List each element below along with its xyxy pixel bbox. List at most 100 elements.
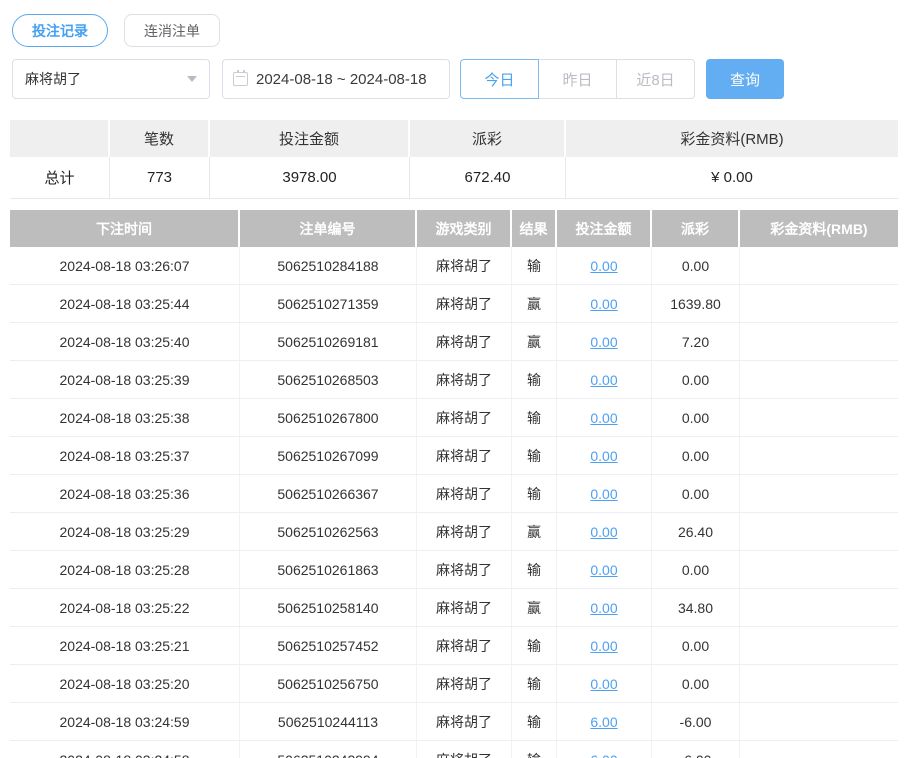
cell-game: 麻将胡了	[417, 361, 512, 398]
summary-header-count: 笔数	[110, 120, 210, 157]
bet-amount-link[interactable]: 0.00	[590, 258, 617, 274]
cell-payout: 0.00	[652, 437, 740, 474]
cell-bonus	[740, 741, 898, 758]
cell-time: 2024-08-18 03:25:20	[10, 665, 240, 702]
cell-payout: 0.00	[652, 247, 740, 284]
date-range-value: 2024-08-18 ~ 2024-08-18	[256, 70, 427, 88]
cell-bet: 0.00	[557, 551, 652, 588]
cell-payout: -6.00	[652, 741, 740, 758]
table-row: 2024-08-18 03:25:38 5062510267800 麻将胡了输 0.0…	[10, 399, 898, 437]
betting-records-page: 投注记录 连消注单 麻将胡了 2024-08-18 ~ 2024-08-18 今…	[0, 0, 908, 758]
bet-amount-link[interactable]: 0.00	[590, 410, 617, 426]
records-table: 下注时间 注单编号 游戏类别 结果 投注金额 派彩 彩金资料(RMB) 2024-08-18…	[10, 210, 898, 758]
cell-payout: 1639.80	[652, 285, 740, 322]
table-row: 2024-08-18 03:25:22 5062510258140 麻将胡了赢 0.0…	[10, 589, 898, 627]
calendar-icon	[233, 70, 248, 86]
cell-time: 2024-08-18 03:25:22	[10, 589, 240, 626]
cell-payout: 0.00	[652, 551, 740, 588]
tab-betting-records[interactable]: 投注记录	[12, 14, 108, 47]
cell-bonus	[740, 437, 898, 474]
cell-result: 赢	[512, 323, 557, 360]
cell-game: 麻将胡了	[417, 703, 512, 740]
bet-amount-link[interactable]: 0.00	[590, 448, 617, 464]
cell-game: 麻将胡了	[417, 399, 512, 436]
cell-order-no: 5062510243994	[240, 741, 417, 758]
search-button[interactable]: 查询	[706, 59, 784, 99]
chevron-down-icon	[187, 76, 197, 82]
cell-time: 2024-08-18 03:25:40	[10, 323, 240, 360]
records-header-row: 下注时间 注单编号 游戏类别 结果 投注金额 派彩 彩金资料(RMB)	[10, 210, 898, 247]
cell-payout: 0.00	[652, 665, 740, 702]
cell-bonus	[740, 551, 898, 588]
table-row: 2024-08-18 03:24:585062510243994麻将胡了输 6.0…	[10, 741, 898, 758]
cell-time: 2024-08-18 03:25:44	[10, 285, 240, 322]
summary-header-payout: 派彩	[410, 120, 566, 157]
bet-amount-link[interactable]: 0.00	[590, 524, 617, 540]
cell-time: 2024-08-18 03:25:28	[10, 551, 240, 588]
cell-result: 输	[512, 399, 557, 436]
cell-order-no: 5062510257452	[240, 627, 417, 664]
cell-game: 麻将胡了	[417, 475, 512, 512]
records-header-order-number: 注单编号	[240, 210, 417, 247]
cell-bonus	[740, 703, 898, 740]
date-range-picker[interactable]: 2024-08-18 ~ 2024-08-18	[222, 59, 450, 99]
table-row: 2024-08-18 03:25:39 5062510268503 麻将胡了输 0.0…	[10, 361, 898, 399]
bet-amount-link[interactable]: 0.00	[590, 296, 617, 312]
cell-result: 赢	[512, 513, 557, 550]
cell-result: 输	[512, 551, 557, 588]
bet-amount-link[interactable]: 0.00	[590, 676, 617, 692]
table-row: 2024-08-18 03:25:40 5062510269181 麻将胡了赢 0.0…	[10, 323, 898, 361]
cell-bet: 0.00	[557, 475, 652, 512]
game-select-value: 麻将胡了	[25, 71, 81, 87]
bet-amount-link[interactable]: 0.00	[590, 334, 617, 350]
bet-amount-link[interactable]: 0.00	[590, 562, 617, 578]
cell-order-no: 5062510271359	[240, 285, 417, 322]
cell-bet: 0.00	[557, 513, 652, 550]
cell-game: 麻将胡了	[417, 437, 512, 474]
table-row: 2024-08-18 03:25:21 5062510257452 麻将胡了输 0.0…	[10, 627, 898, 665]
yesterday-button[interactable]: 昨日	[538, 59, 617, 99]
bet-amount-link[interactable]: 0.00	[590, 372, 617, 388]
cell-order-no: 5062510262563	[240, 513, 417, 550]
table-row: 2024-08-18 03:25:20 5062510256750 麻将胡了输 0.0…	[10, 665, 898, 703]
cell-bet: 0.00	[557, 665, 652, 702]
cell-game: 麻将胡了	[417, 665, 512, 702]
cell-bet: 0.00	[557, 361, 652, 398]
today-button[interactable]: 今日	[460, 59, 539, 99]
cell-order-no: 5062510258140	[240, 589, 417, 626]
game-select[interactable]: 麻将胡了	[12, 59, 210, 99]
cell-time: 2024-08-18 03:25:38	[10, 399, 240, 436]
cell-order-no: 5062510269181	[240, 323, 417, 360]
cell-bonus	[740, 475, 898, 512]
cell-result: 输	[512, 475, 557, 512]
cell-bet: 0.00	[557, 399, 652, 436]
cell-bet: 0.00	[557, 323, 652, 360]
tab-cancelled-bets[interactable]: 连消注单	[124, 14, 220, 47]
cell-result: 赢	[512, 589, 557, 626]
cell-bonus	[740, 627, 898, 664]
cell-bet: 6.00	[557, 703, 652, 740]
summary-total-label: 总计	[10, 157, 110, 198]
cell-bonus	[740, 513, 898, 550]
bet-amount-link[interactable]: 6.00	[590, 714, 617, 730]
last-8-days-button[interactable]: 近8日	[616, 59, 695, 99]
cell-result: 输	[512, 703, 557, 740]
bet-amount-link[interactable]: 0.00	[590, 486, 617, 502]
cell-time: 2024-08-18 03:25:29	[10, 513, 240, 550]
bet-amount-link[interactable]: 0.00	[590, 600, 617, 616]
cell-game: 麻将胡了	[417, 323, 512, 360]
summary-header-empty	[10, 120, 110, 157]
cell-game: 麻将胡了	[417, 589, 512, 626]
cell-time: 2024-08-18 03:24:58	[10, 741, 240, 758]
summary-total-payout: 672.40	[410, 157, 566, 198]
cell-order-no: 5062510267800	[240, 399, 417, 436]
bet-amount-link[interactable]: 0.00	[590, 638, 617, 654]
cell-payout: 0.00	[652, 627, 740, 664]
cell-order-no: 5062510284188	[240, 247, 417, 284]
cell-game: 麻将胡了	[417, 247, 512, 284]
cell-bonus	[740, 589, 898, 626]
summary-table: 笔数 投注金额 派彩 彩金资料(RMB) 总计 773 3978.00 672.…	[10, 120, 898, 199]
bet-amount-link[interactable]: 6.00	[590, 752, 617, 758]
cell-bonus	[740, 665, 898, 702]
records-header-game-type: 游戏类别	[417, 210, 512, 247]
